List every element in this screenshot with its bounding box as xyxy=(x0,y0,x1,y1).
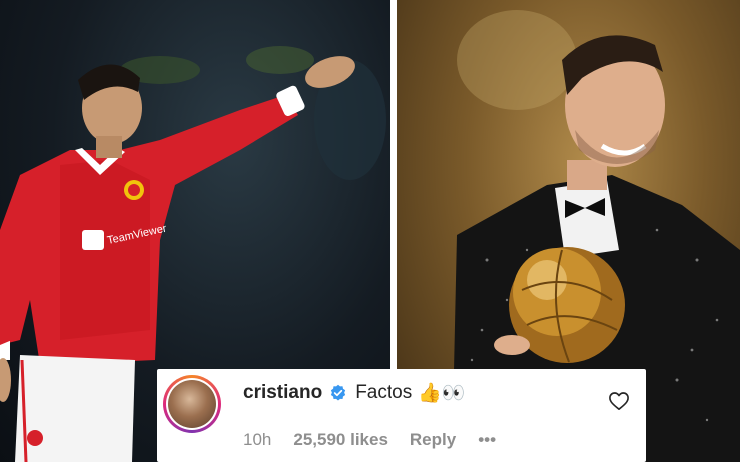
comment-username[interactable]: cristiano xyxy=(243,382,322,404)
comment-emoji: 👍👀 xyxy=(418,383,466,404)
instagram-comment: cristiano Factos 👍👀 10h 25,590 likes Rep… xyxy=(157,369,646,462)
comment-likes[interactable]: 25,590 likes xyxy=(293,430,388,450)
comment-body: cristiano Factos 👍👀 xyxy=(243,381,466,405)
comment-text: Factos xyxy=(355,382,413,403)
comment-time: 10h xyxy=(243,430,272,449)
reply-button[interactable]: Reply xyxy=(410,430,456,450)
comment-meta: 10h 25,590 likes Reply ••• xyxy=(243,430,518,450)
like-heart-icon[interactable] xyxy=(608,391,630,411)
verified-badge-icon xyxy=(331,384,346,401)
avatar-ring-inner xyxy=(166,378,218,430)
user-avatar[interactable] xyxy=(163,375,221,433)
more-options-button[interactable]: ••• xyxy=(478,430,496,450)
avatar-photo xyxy=(168,380,216,428)
